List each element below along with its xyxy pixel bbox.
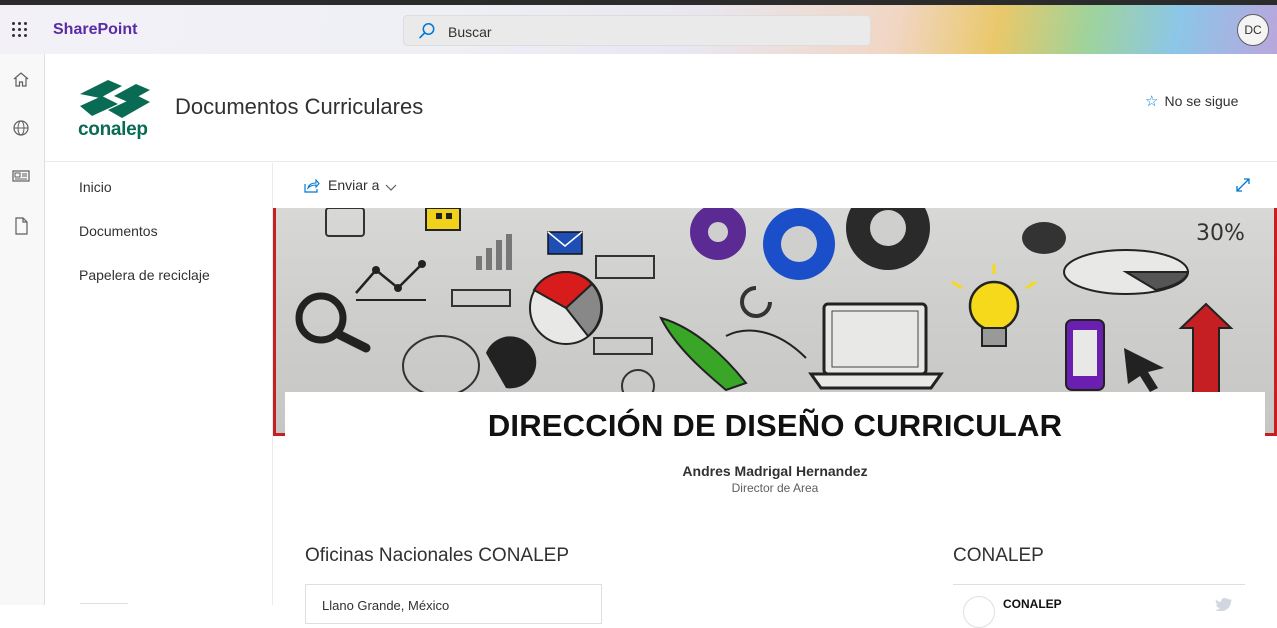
- send-to-label: Enviar a: [328, 177, 380, 193]
- follow-button[interactable]: ☆ No se sigue: [1145, 92, 1238, 110]
- page-title: DIRECCIÓN DE DISEÑO CURRICULAR: [487, 408, 1063, 443]
- nav-item-papelera[interactable]: Papelera de reciclaje: [79, 267, 210, 283]
- section-title-oficinas: Oficinas Nacionales CONALEP: [305, 545, 569, 566]
- app-rail: [0, 54, 45, 605]
- share-icon: [304, 179, 320, 193]
- expand-icon[interactable]: [1235, 177, 1251, 193]
- nav-item-inicio[interactable]: Inicio: [79, 179, 112, 195]
- nav-item-documentos[interactable]: Documentos: [79, 223, 158, 239]
- twitter-bird-icon[interactable]: [1215, 597, 1233, 611]
- search-icon: [419, 23, 435, 39]
- sharepoint-brand-link[interactable]: SharePoint: [53, 21, 137, 39]
- search-box[interactable]: Buscar: [403, 15, 871, 46]
- document-icon[interactable]: [11, 216, 31, 236]
- location-card[interactable]: Llano Grande, México: [305, 584, 602, 624]
- twitter-account-name[interactable]: CONALEP: [1003, 597, 1062, 611]
- home-icon[interactable]: [11, 70, 31, 90]
- star-icon: ☆: [1145, 93, 1159, 110]
- svg-text:30%: 30%: [1196, 221, 1245, 246]
- user-avatar[interactable]: DC: [1237, 14, 1269, 46]
- person-role: Director de Area: [731, 481, 819, 495]
- hero-title-panel: DIRECCIÓN DE DISEÑO CURRICULAR: [285, 392, 1265, 443]
- send-to-button[interactable]: Enviar a: [304, 177, 397, 193]
- app-launcher-icon[interactable]: [12, 22, 28, 38]
- command-bar: Enviar a: [273, 163, 1277, 208]
- twitter-avatar[interactable]: [963, 596, 995, 628]
- site-header: conalep Documentos Curriculares ☆ No se s…: [45, 54, 1277, 162]
- site-title[interactable]: Documentos Curriculares: [175, 94, 423, 120]
- news-icon[interactable]: [11, 166, 31, 186]
- suite-bar: SharePoint Buscar DC: [0, 0, 1277, 54]
- divider: [80, 603, 128, 604]
- chevron-down-icon: [385, 184, 397, 191]
- person-name[interactable]: Andres Madrigal Hernandez: [285, 463, 1265, 479]
- search-input[interactable]: Buscar: [448, 24, 492, 40]
- left-navigation: Inicio Documentos Papelera de reciclaje: [45, 163, 273, 605]
- conalep-logo-text: conalep: [78, 119, 148, 140]
- location-text: Llano Grande, México: [322, 598, 450, 613]
- follow-label: No se sigue: [1164, 93, 1239, 109]
- globe-icon[interactable]: [11, 118, 31, 138]
- section-title-conalep: CONALEP: [953, 545, 1044, 566]
- twitter-feed: CONALEP: [953, 584, 1245, 628]
